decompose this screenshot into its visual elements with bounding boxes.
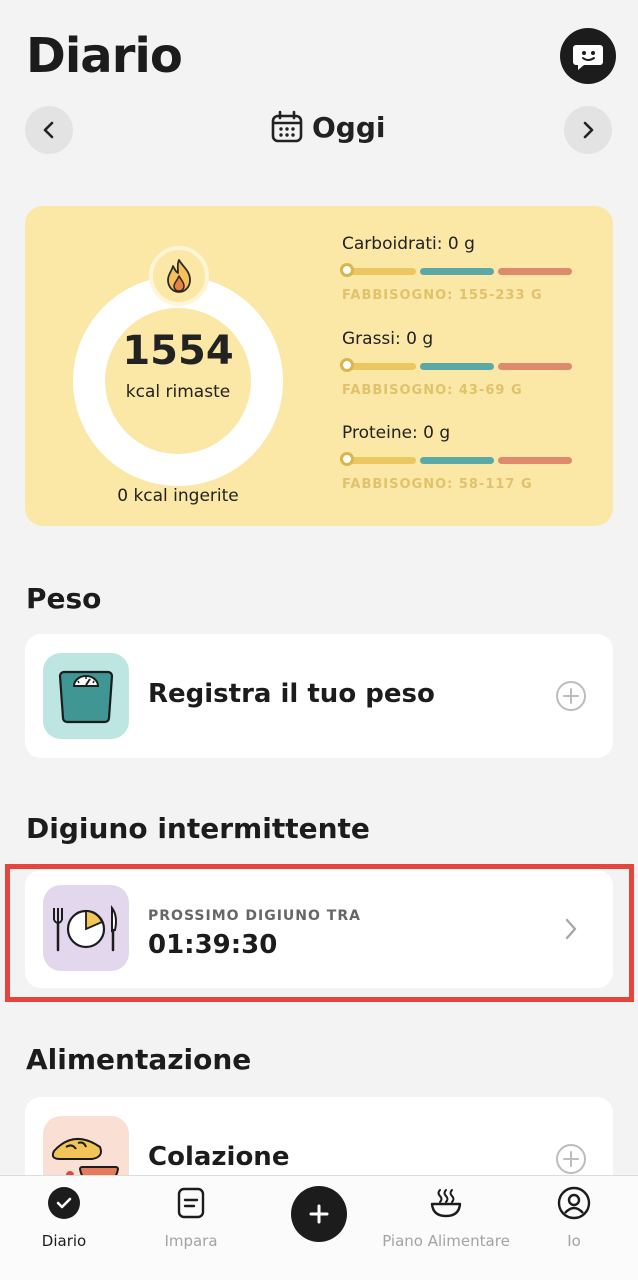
weight-card[interactable]: Registra il tuo peso <box>25 634 613 758</box>
tab-label: Impara <box>164 1232 218 1250</box>
calorie-summary-card[interactable]: 1554 kcal rimaste 0 kcal ingerite Carboi… <box>25 206 613 526</box>
macro-progress-bar <box>340 452 572 466</box>
macro-requirement: FABBISOGNO: 155-233 G <box>342 288 543 303</box>
chat-bot-icon <box>573 45 603 70</box>
highlight-box <box>5 864 634 1002</box>
macro-proteins: Proteine: 0 g FABBISOGNO: 58-117 G <box>340 423 572 492</box>
plus-icon <box>309 1204 329 1224</box>
macro-name: Proteine: 0 g <box>342 423 451 443</box>
add-weight-plus-icon[interactable] <box>555 680 587 712</box>
section-title-nutrition: Alimentazione <box>26 1043 252 1076</box>
date-selector[interactable]: Oggi <box>270 110 386 144</box>
tab-impara[interactable]: Impara <box>131 1186 251 1250</box>
kcal-remaining-value: 1554 <box>122 328 234 374</box>
note-icon <box>174 1186 208 1220</box>
macro-carbs: Carboidrati: 0 g FABBISOGNO: 155-233 G <box>340 234 572 303</box>
chat-button[interactable] <box>560 28 616 84</box>
tab-label: Piano Alimentare <box>382 1232 510 1250</box>
kcal-remaining-label: kcal rimaste <box>125 382 231 402</box>
section-title-weight: Peso <box>26 582 102 615</box>
macro-requirement: FABBISOGNO: 58-117 G <box>342 477 533 492</box>
calendar-icon <box>271 110 303 143</box>
tab-io[interactable]: Io <box>514 1186 634 1250</box>
progress-marker <box>340 358 354 372</box>
macro-requirement: FABBISOGNO: 43-69 G <box>342 383 523 398</box>
flame-badge <box>149 246 209 306</box>
user-icon <box>557 1186 591 1220</box>
weight-card-label: Registra il tuo peso <box>148 679 435 709</box>
bottom-tab-bar: Diario Impara Piano Alimentare Io <box>0 1175 638 1280</box>
macro-progress-bar <box>340 263 572 277</box>
previous-day-button[interactable] <box>25 106 73 154</box>
chevron-right-icon <box>583 121 594 139</box>
progress-marker <box>340 263 354 277</box>
flame-icon <box>167 259 191 293</box>
scale-icon <box>58 670 114 724</box>
bowl-icon <box>429 1186 463 1220</box>
macro-name: Carboidrati: 0 g <box>342 234 475 254</box>
date-label: Oggi <box>312 110 386 144</box>
section-title-fasting: Digiuno intermittente <box>26 812 370 845</box>
progress-marker <box>340 452 354 466</box>
tab-piano-alimentare[interactable]: Piano Alimentare <box>382 1186 510 1250</box>
macro-fats: Grassi: 0 g FABBISOGNO: 43-69 G <box>340 329 572 398</box>
scale-icon-tile <box>43 653 129 739</box>
tab-diario[interactable]: Diario <box>4 1186 124 1250</box>
chevron-left-icon <box>43 121 54 139</box>
meal-card-label: Colazione <box>148 1142 290 1172</box>
tab-label: Diario <box>41 1232 87 1250</box>
page-title: Diario <box>26 28 183 84</box>
add-meal-plus-icon[interactable] <box>555 1143 587 1175</box>
check-circle-icon <box>47 1186 81 1220</box>
tab-label: Io <box>567 1232 581 1250</box>
macro-name: Grassi: 0 g <box>342 329 434 349</box>
macro-progress-bar <box>340 358 572 372</box>
next-day-button[interactable] <box>564 106 612 154</box>
calorie-ring <box>73 276 283 486</box>
kcal-ingested: 0 kcal ingerite <box>117 486 239 506</box>
add-button[interactable] <box>291 1186 347 1242</box>
